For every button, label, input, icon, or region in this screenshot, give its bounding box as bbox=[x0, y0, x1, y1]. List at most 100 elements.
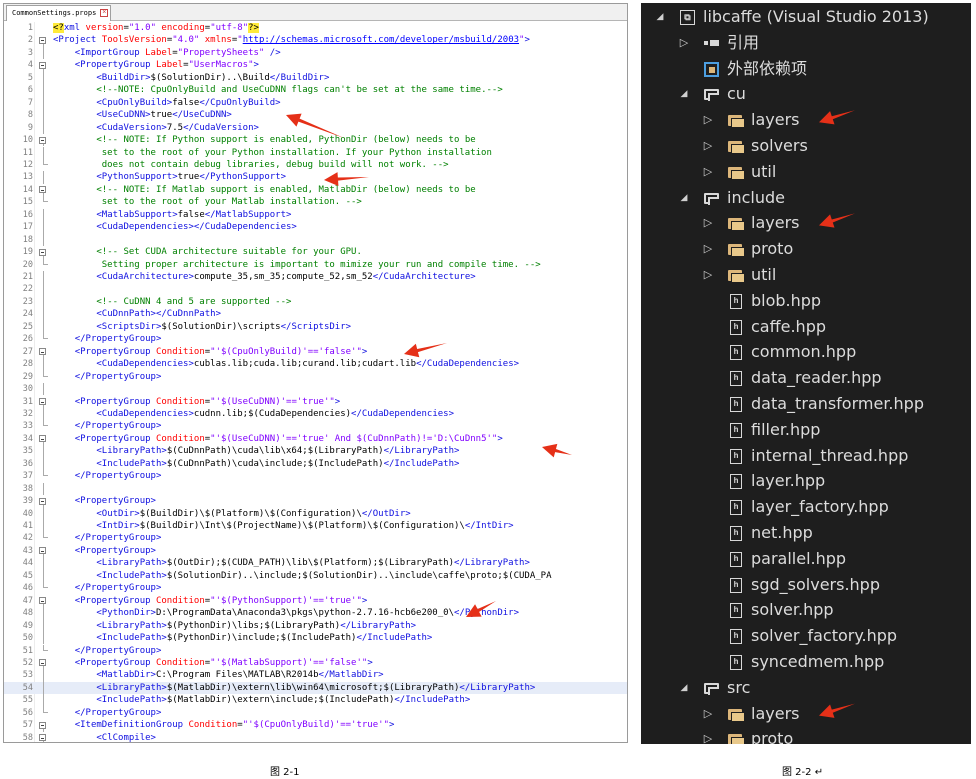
code-line[interactable]: 23 <!-- CuDNN 4 and 5 are supported --> bbox=[4, 295, 627, 309]
code-line[interactable]: 37 </PropertyGroup> bbox=[4, 470, 627, 482]
solution-tree-item[interactable]: ◢ ⧉ libcaffe (Visual Studio 2013) bbox=[641, 4, 971, 30]
fold-collapse-icon[interactable] bbox=[36, 732, 50, 742]
code-line[interactable]: 46 </PropertyGroup> bbox=[4, 582, 627, 594]
code-line[interactable]: 38 bbox=[4, 482, 627, 496]
fold-collapse-icon[interactable] bbox=[36, 657, 50, 670]
tree-collapsed-icon[interactable]: ▷ bbox=[701, 139, 715, 153]
solution-tree-item[interactable]: h layer_factory.hpp bbox=[641, 494, 971, 520]
tree-collapsed-icon[interactable]: ▷ bbox=[701, 242, 715, 256]
tree-expanded-icon[interactable]: ◢ bbox=[677, 191, 691, 205]
code-line[interactable]: 41 <IntDir>$(BuildDir)\Int\$(ProjectName… bbox=[4, 520, 627, 533]
solution-tree-item[interactable]: ▷ util bbox=[641, 159, 971, 185]
solution-tree-item[interactable]: ▷ layers bbox=[641, 701, 971, 727]
close-icon[interactable]: × bbox=[100, 9, 109, 17]
solution-tree-item[interactable]: ◢ src bbox=[641, 675, 971, 701]
fold-collapse-icon[interactable] bbox=[36, 346, 50, 359]
solution-tree-item[interactable]: h layer.hpp bbox=[641, 468, 971, 494]
fold-collapse-icon[interactable] bbox=[36, 59, 50, 72]
solution-tree-item[interactable]: h parallel.hpp bbox=[641, 546, 971, 572]
code-line[interactable]: 34 <PropertyGroup Condition="'$(UseCuDNN… bbox=[4, 433, 627, 446]
tree-expanded-icon[interactable]: ◢ bbox=[653, 10, 667, 24]
code-line[interactable]: 55 <IncludePath>$(MatlabDir)\extern\incl… bbox=[4, 694, 627, 707]
code-line[interactable]: 42 </PropertyGroup> bbox=[4, 532, 627, 544]
fold-collapse-icon[interactable] bbox=[36, 495, 50, 508]
code-line[interactable]: 13 <PythonSupport>true</PythonSupport> bbox=[4, 171, 627, 184]
solution-tree-item[interactable]: h data_reader.hpp bbox=[641, 365, 971, 391]
solution-tree-item[interactable]: ▷ layers bbox=[641, 107, 971, 133]
solution-tree-item[interactable]: ▷ util bbox=[641, 262, 971, 288]
code-area[interactable]: 1 <?xml version="1.0" encoding="utf-8"?> 2… bbox=[4, 22, 627, 742]
code-line[interactable]: 57 <ItemDefinitionGroup Condition="'$(Cp… bbox=[4, 719, 627, 732]
solution-tree-item[interactable]: h solver_factory.hpp bbox=[641, 623, 971, 649]
code-line[interactable]: 36 <IncludePath>$(CuDnnPath)\cuda\includ… bbox=[4, 457, 627, 471]
code-line[interactable]: 30 bbox=[4, 383, 627, 396]
solution-tree-item[interactable]: h caffe.hpp bbox=[641, 314, 971, 340]
code-line[interactable]: 5 <BuildDir>$(SolutionDir)..\Build</Buil… bbox=[4, 71, 627, 85]
solution-tree-item[interactable]: h internal_thread.hpp bbox=[641, 443, 971, 469]
solution-tree-item[interactable]: h blob.hpp bbox=[641, 288, 971, 314]
code-line[interactable]: 32 <CudaDependencies>cudnn.lib;$(CudaDep… bbox=[4, 407, 627, 421]
tree-collapsed-icon[interactable]: ▷ bbox=[701, 268, 715, 282]
code-line[interactable]: 39 <PropertyGroup> bbox=[4, 495, 627, 508]
code-line[interactable]: 52 <PropertyGroup Condition="'$(MatlabSu… bbox=[4, 657, 627, 670]
code-line[interactable]: 4 <PropertyGroup Label="UserMacros"> bbox=[4, 59, 627, 72]
code-line[interactable]: 14 <!-- NOTE: If Matlab support is enabl… bbox=[4, 184, 627, 197]
fold-collapse-icon[interactable] bbox=[36, 184, 50, 197]
solution-tree-item[interactable]: h data_transformer.hpp bbox=[641, 391, 971, 417]
fold-collapse-icon[interactable] bbox=[36, 545, 50, 558]
code-line[interactable]: 9 <CudaVersion>7.5</CudaVersion> bbox=[4, 121, 627, 135]
code-line[interactable]: 35 <LibraryPath>$(CuDnnPath)\cuda\lib\x6… bbox=[4, 445, 627, 458]
code-line[interactable]: 29 </PropertyGroup> bbox=[4, 370, 627, 383]
code-line[interactable]: 11 set to the root of your Python instal… bbox=[4, 146, 627, 159]
code-line[interactable]: 22 bbox=[4, 283, 627, 296]
fold-collapse-icon[interactable] bbox=[36, 433, 50, 446]
solution-tree-item[interactable]: ▷ proto bbox=[641, 236, 971, 262]
code-line[interactable]: 7 <CpuOnlyBuild>false</CpuOnlyBuild> bbox=[4, 96, 627, 110]
code-line[interactable]: 15 set to the root of your Matlab instal… bbox=[4, 196, 627, 208]
editor-tab-commonsettings[interactable]: CommonSettings.props × bbox=[6, 5, 112, 21]
solution-tree-item[interactable]: h syncedmem.hpp bbox=[641, 649, 971, 675]
code-line[interactable]: 2 <Project ToolsVersion="4.0" xmlns="http… bbox=[4, 34, 627, 47]
code-line[interactable]: 27 <PropertyGroup Condition="'$(CpuOnlyB… bbox=[4, 346, 627, 359]
fold-collapse-icon[interactable] bbox=[36, 34, 50, 47]
tree-collapsed-icon[interactable]: ▷ bbox=[701, 732, 715, 744]
solution-tree-item[interactable]: ▷ layers bbox=[641, 210, 971, 236]
tree-expanded-icon[interactable]: ◢ bbox=[677, 681, 691, 695]
tree-collapsed-icon[interactable]: ▷ bbox=[701, 216, 715, 230]
fold-collapse-icon[interactable] bbox=[36, 396, 50, 408]
code-line[interactable]: 58 <ClCompile> bbox=[4, 732, 627, 742]
code-line[interactable]: 56 </PropertyGroup> bbox=[4, 706, 627, 719]
solution-tree-item[interactable]: h filler.hpp bbox=[641, 417, 971, 443]
solution-tree-item[interactable]: ◢ cu bbox=[641, 81, 971, 107]
solution-tree-item[interactable]: h sgd_solvers.hpp bbox=[641, 572, 971, 598]
solution-tree-item[interactable]: ▷ proto bbox=[641, 726, 971, 744]
fold-collapse-icon[interactable] bbox=[36, 719, 50, 732]
code-line[interactable]: 6 <!--NOTE: CpuOnlyBuild and UseCuDNN fl… bbox=[4, 84, 627, 97]
fold-collapse-icon[interactable] bbox=[36, 134, 50, 147]
code-line[interactable]: 10 <!-- NOTE: If Python support is enabl… bbox=[4, 134, 627, 147]
tree-expanded-icon[interactable]: ◢ bbox=[677, 87, 691, 101]
code-line[interactable]: 25 <ScriptsDir>$(SolutionDir)\scripts</S… bbox=[4, 320, 627, 334]
code-line[interactable]: 53 <MatlabDir>C:\Program Files\MATLAB\R2… bbox=[4, 669, 627, 682]
tree-collapsed-icon[interactable]: ▷ bbox=[701, 165, 715, 179]
code-line[interactable]: 44 <LibraryPath>$(OutDir);$(CUDA_PATH)\l… bbox=[4, 557, 627, 570]
tree-collapsed-icon[interactable]: ▷ bbox=[701, 707, 715, 721]
code-line[interactable]: 40 <OutDir>$(BuildDir)\$(Platform)\$(Con… bbox=[4, 507, 627, 520]
solution-tree-item[interactable]: h net.hpp bbox=[641, 520, 971, 546]
tree-collapsed-icon[interactable]: ▷ bbox=[677, 36, 691, 50]
code-line[interactable]: 43 <PropertyGroup> bbox=[4, 545, 627, 558]
code-line[interactable]: 18 bbox=[4, 233, 627, 247]
code-line[interactable]: 17 <CudaDependencies></CudaDependencies> bbox=[4, 221, 627, 234]
code-line[interactable]: 26 </PropertyGroup> bbox=[4, 333, 627, 345]
code-line[interactable]: 16 <MatlabSupport>false</MatlabSupport> bbox=[4, 208, 627, 222]
code-line[interactable]: 45 <IncludePath>$(SolutionDir)..\include… bbox=[4, 569, 627, 583]
solution-tree-item[interactable]: ◢ include bbox=[641, 185, 971, 211]
code-line[interactable]: 48 <PythonDir>D:\ProgramData\Anaconda3\p… bbox=[4, 607, 627, 620]
code-line[interactable]: 51 </PropertyGroup> bbox=[4, 644, 627, 657]
code-line[interactable]: 1 <?xml version="1.0" encoding="utf-8"?> bbox=[4, 22, 627, 34]
code-line[interactable]: 20 Setting proper architecture is import… bbox=[4, 258, 627, 271]
code-line[interactable]: 49 <LibraryPath>$(PythonDir)\libs;$(Libr… bbox=[4, 619, 627, 633]
code-line[interactable]: 3 <ImportGroup Label="PropertySheets" /> bbox=[4, 46, 627, 60]
code-line[interactable]: 33 </PropertyGroup> bbox=[4, 420, 627, 432]
code-line[interactable]: 24 <CuDnnPath></CuDnnPath> bbox=[4, 308, 627, 321]
